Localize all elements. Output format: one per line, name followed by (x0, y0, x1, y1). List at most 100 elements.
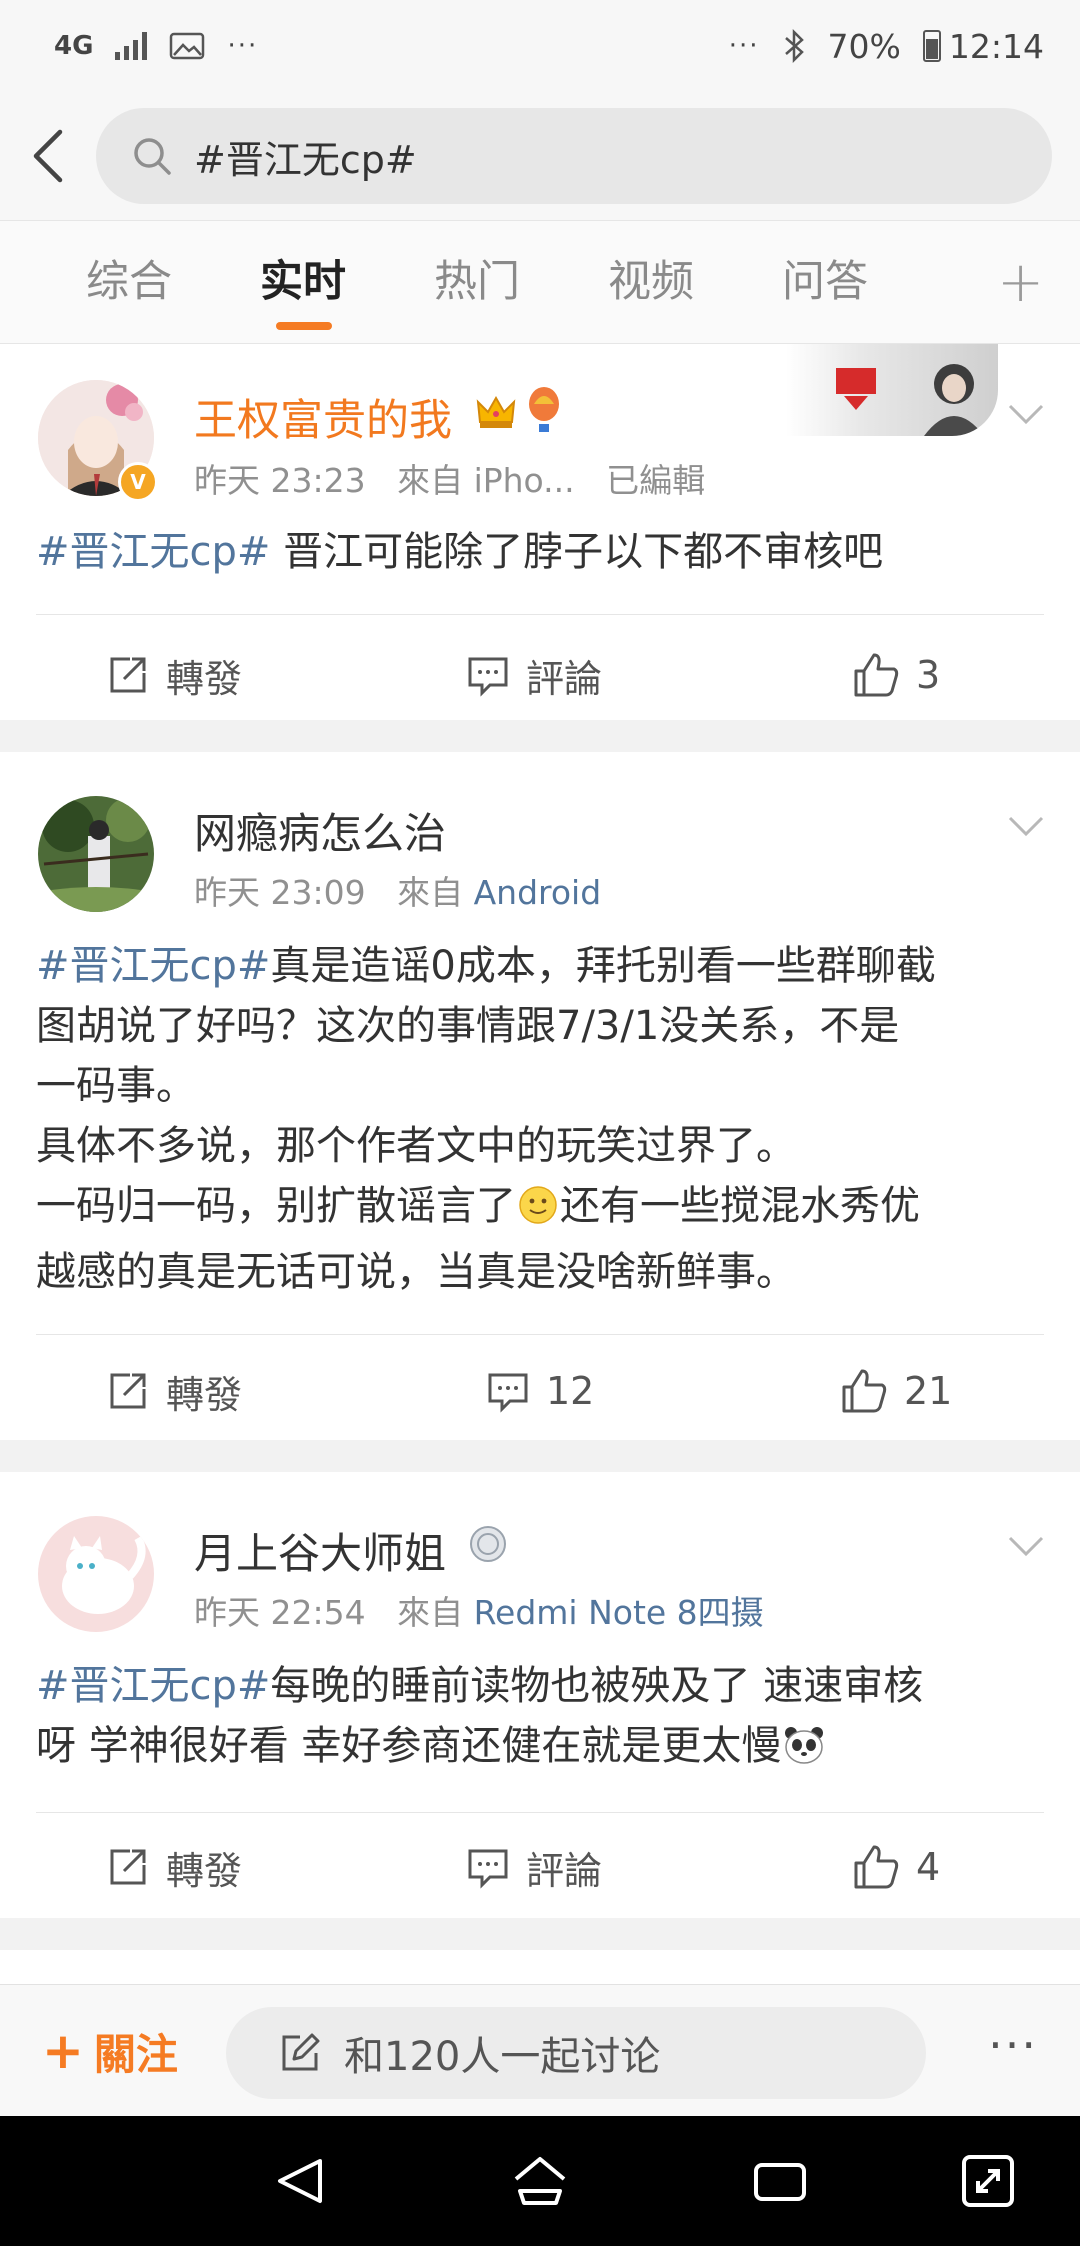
avatar[interactable] (38, 1516, 154, 1632)
post-meta: 昨天 22:54 來自 Redmi Note 8四摄 (194, 1586, 764, 1634)
battery-icon (922, 30, 941, 62)
username[interactable]: 网瘾病怎么治 (194, 800, 446, 861)
like-button[interactable]: 4 (852, 1812, 940, 1922)
search-input[interactable]: #晋江无cp# (96, 108, 1052, 204)
like-button[interactable]: 21 (840, 1336, 952, 1446)
repost-icon (110, 1373, 146, 1409)
nav-fullscreen-icon[interactable] (958, 2151, 1018, 2211)
post-meta: 昨天 23:23 來自 iPho... 已編輯 (194, 454, 705, 502)
repost-label: 轉發 (166, 1372, 243, 1417)
tab-hot[interactable]: 热门 (390, 220, 564, 344)
system-navigation-bar (0, 2116, 1080, 2246)
medal-badge-icon (468, 1522, 508, 1566)
comment-label: 評論 (526, 1848, 603, 1893)
post-card-partial (0, 1950, 1080, 1984)
post-meta: 昨天 23:09 來自 Android (194, 866, 601, 914)
source-prefix: 來自 (397, 1593, 464, 1632)
search-header: #晋江无cp# (0, 92, 1080, 220)
source-prefix: 來自 (397, 873, 464, 912)
panda-emoji-icon (783, 1722, 825, 1782)
add-tab-button[interactable]: + (997, 221, 1044, 345)
post-text-line: 每晚的睡前读物也被殃及了 速速审核 (270, 1663, 924, 1709)
post-text-line: 越感的真是无话可说，当真是没啥新鲜事。 (36, 1249, 796, 1295)
post-content: #晋江无cp#每晚的睡前读物也被殃及了 速速审核 呀 学神很好看 幸好参商还健在… (36, 1656, 1050, 1782)
source-prefix: 來自 (397, 461, 464, 500)
back-button[interactable] (0, 92, 96, 220)
thumbs-up-icon (854, 1845, 899, 1889)
battery-percent: 70% (827, 26, 901, 66)
repost-button[interactable]: 轉發 (106, 1812, 242, 1922)
comment-count: 12 (546, 1369, 595, 1413)
post-source[interactable]: Android (474, 873, 602, 912)
verified-badge: V (118, 462, 158, 502)
post-text-line: 一码归一码，别扩散谣言了 (36, 1183, 516, 1229)
tab-video[interactable]: 视频 (564, 220, 738, 344)
image-notification-icon (170, 32, 205, 60)
post-content: #晋江无cp# 晋江可能除了脖子以下都不审核吧 (36, 522, 1050, 582)
avatar-image (38, 1516, 154, 1632)
like-count: 21 (904, 1369, 953, 1413)
post-card[interactable]: 月上谷大师姐 昨天 22:54 來自 Redmi Note 8四摄 #晋江无cp… (0, 1472, 1080, 1918)
post-time: 昨天 23:23 (194, 461, 366, 500)
tab-comprehensive[interactable]: 综合 (42, 220, 216, 344)
bluetooth-icon (784, 28, 804, 64)
vip-crown-icon (474, 390, 518, 434)
overflow-icon: ··· (728, 31, 760, 61)
repost-label: 轉發 (166, 656, 243, 701)
post-text-line: 真是造谣0成本，拜托别看一些群聊截 (270, 943, 936, 989)
follow-button[interactable]: + 關注 (42, 1985, 178, 2117)
hashtag-link[interactable]: #晋江无cp# (36, 529, 270, 575)
username[interactable]: 月上谷大师姐 (194, 1520, 446, 1581)
more-options-button[interactable]: ··· (988, 1985, 1038, 2117)
comment-label: 評論 (526, 656, 603, 701)
post-source[interactable]: Redmi Note 8四摄 (474, 1593, 764, 1632)
follow-label: 關注 (93, 2029, 178, 2079)
back-arrow-icon (33, 129, 63, 183)
nav-recents-icon[interactable] (750, 2151, 810, 2211)
network-indicator: 4G (54, 31, 94, 61)
comment-icon (468, 657, 508, 697)
search-query: #晋江无cp# (194, 137, 417, 182)
comment-icon (488, 1373, 528, 1413)
bottom-action-bar: + 關注 和120人一起讨论 ··· (0, 1984, 1080, 2117)
hashtag-link[interactable]: #晋江无cp# (36, 943, 270, 989)
repost-icon (110, 657, 146, 693)
post-text-line: 具体不多说，那个作者文中的玩笑过界了。 (36, 1123, 796, 1169)
chevron-down-icon[interactable] (1004, 392, 1048, 436)
nav-home-icon[interactable] (510, 2151, 570, 2211)
like-count: 3 (916, 653, 941, 697)
chevron-down-icon[interactable] (1004, 1524, 1048, 1568)
comment-button[interactable]: 評論 (466, 1812, 602, 1922)
balloon-badge-icon (524, 386, 564, 436)
like-button[interactable]: 3 (852, 620, 940, 730)
avatar[interactable] (38, 796, 154, 912)
chevron-down-icon[interactable] (1004, 804, 1048, 848)
discuss-input[interactable]: 和120人一起讨论 (226, 2007, 926, 2099)
tab-realtime[interactable]: 实时 (216, 220, 390, 344)
action-bar: 轉發 評論 3 (0, 620, 1080, 730)
hashtag-link[interactable]: #晋江无cp# (36, 1663, 270, 1709)
divider (36, 614, 1044, 615)
tab-qa[interactable]: 问答 (738, 220, 912, 344)
post-card[interactable]: V 王权富贵的我 昨天 23:23 來自 iPho... 已編輯 #晋江无cp#… (0, 344, 1080, 720)
nav-back-icon[interactable] (270, 2151, 330, 2211)
card-background-thumbnail[interactable] (786, 344, 998, 436)
edited-label: 已編輯 (606, 461, 706, 500)
username[interactable]: 王权富贵的我 (194, 386, 452, 448)
search-icon (134, 138, 171, 175)
post-text-line: 一码事。 (36, 1063, 196, 1109)
post-content: #晋江无cp#真是造谣0成本，拜托别看一些群聊截 图胡说了好吗？这次的事情跟7/… (36, 936, 1050, 1302)
repost-button[interactable]: 轉發 (106, 1336, 242, 1446)
post-time: 昨天 22:54 (194, 1593, 366, 1632)
post-text-line: 呀 学神很好看 幸好参商还健在就是更太慢 (36, 1723, 782, 1769)
post-card[interactable]: 网瘾病怎么治 昨天 23:09 來自 Android #晋江无cp#真是造谣0成… (0, 752, 1080, 1440)
post-text-line: 图胡说了好吗？这次的事情跟7/3/1没关系，不是 (36, 1003, 900, 1049)
repost-button[interactable]: 轉發 (106, 620, 242, 730)
edit-icon (282, 2033, 320, 2071)
comment-button[interactable]: 12 (486, 1336, 594, 1446)
post-text-line: 还有一些搅混水秀优 (560, 1183, 920, 1229)
post-source: iPho... (473, 461, 575, 500)
comment-button[interactable]: 評論 (466, 620, 602, 730)
tab-bar: 综合 实时 热门 视频 问答 + (0, 220, 1080, 344)
comment-icon (468, 1849, 508, 1889)
